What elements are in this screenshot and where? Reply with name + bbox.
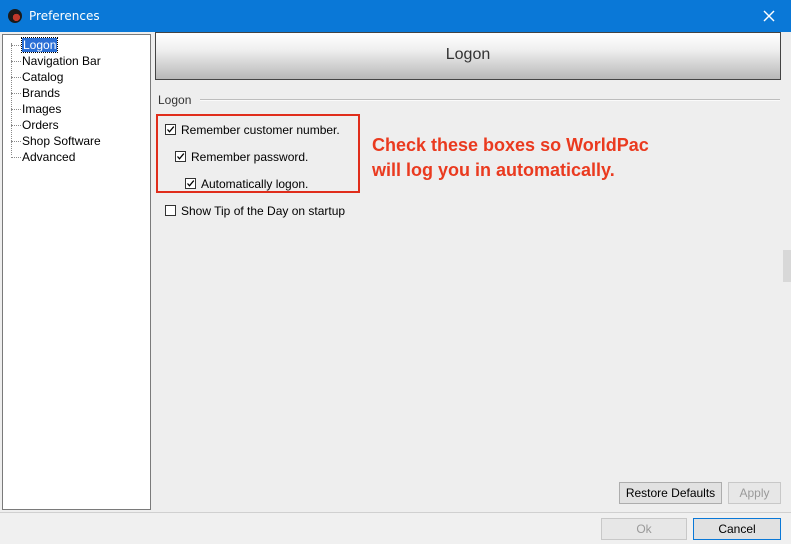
tree-item-brands[interactable]: Brands [11,85,60,101]
tree-item-label: Orders [22,118,59,132]
tree-item-label: Images [22,102,62,116]
tree-item-label: Shop Software [22,134,101,148]
cancel-button[interactable]: Cancel [693,518,781,540]
panel-banner: Logon [155,32,781,80]
apply-button[interactable]: Apply [728,482,781,504]
annotation-highlight-box [156,114,360,193]
window-title: Preferences [29,9,100,23]
close-button[interactable] [761,8,777,24]
checkbox-label: Show Tip of the Day on startup [181,204,346,218]
background-window-edge [783,250,791,282]
panel-title: Logon [445,46,491,63]
tree-item-advanced[interactable]: Advanced [11,149,75,165]
checkbox-box [165,205,176,216]
tree-item-navigation-bar[interactable]: Navigation Bar [11,53,101,69]
annotation-line: will log you in automatically. [372,160,615,180]
tree-item-label: Logon [20,37,59,53]
tree-item-catalog[interactable]: Catalog [11,69,63,85]
tree-item-logon[interactable]: Logon [11,37,59,53]
preferences-tree: Logon Navigation Bar Catalog Brands Imag… [2,34,151,510]
dialog-body: Logon Navigation Bar Catalog Brands Imag… [0,32,791,544]
tree-item-label: Navigation Bar [22,54,101,68]
dialog-button-bar: Ok Cancel [0,512,791,544]
tree-item-label: Brands [22,86,61,100]
tree-item-orders[interactable]: Orders [11,117,59,133]
tree-item-label: Catalog [22,70,64,84]
annotation-line: Check these boxes so WorldPac [372,135,649,155]
section-label: Logon [158,93,192,107]
tree-item-label: Advanced [22,150,76,164]
title-bar: Preferences [0,0,791,32]
restore-defaults-button[interactable]: Restore Defaults [619,482,722,504]
ok-button[interactable]: Ok [601,518,687,540]
close-icon [763,10,775,22]
tree-item-shop-software[interactable]: Shop Software [11,133,101,149]
section-divider [200,99,780,101]
annotation-text: Check these boxes so WorldPac will log y… [372,133,702,183]
app-icon [8,9,22,23]
tree-item-images[interactable]: Images [11,101,61,117]
